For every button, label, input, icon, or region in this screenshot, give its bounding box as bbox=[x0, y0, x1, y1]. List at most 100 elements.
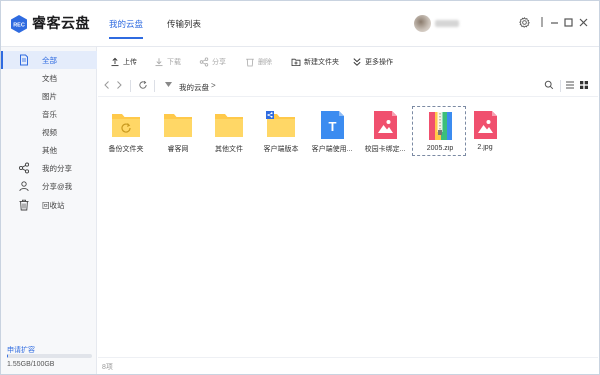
more-actions-label: 更多操作 bbox=[365, 59, 393, 66]
double-chevron-down-icon bbox=[353, 58, 361, 66]
upload-icon bbox=[111, 57, 119, 67]
sidebar-item-all[interactable]: 全部 bbox=[1, 51, 97, 69]
file-name: 睿客网 bbox=[167, 146, 189, 153]
toolbar: 上传 下载 分享 删除 新建文件夹 更多操作 bbox=[98, 53, 598, 71]
divider bbox=[560, 80, 561, 92]
file-name: 客户端使用... bbox=[311, 146, 353, 153]
refresh-button[interactable] bbox=[138, 80, 148, 92]
file-item[interactable]: 2.jpg bbox=[458, 106, 512, 156]
settings-button[interactable] bbox=[517, 15, 531, 29]
tab-transfer-list[interactable]: 传输列表 bbox=[167, 18, 201, 30]
storage-quota-fill bbox=[7, 354, 9, 358]
share-button[interactable]: 分享 bbox=[199, 56, 226, 68]
minimize-button[interactable] bbox=[547, 15, 561, 29]
sidebar-item-label: 其他 bbox=[42, 146, 57, 155]
sidebar-item-videos[interactable]: 视频 bbox=[1, 123, 97, 141]
sidebar-item-shared-with-me[interactable]: 分享@我 bbox=[1, 177, 97, 195]
path-dropdown-button[interactable] bbox=[163, 80, 173, 92]
new-folder-button[interactable]: 新建文件夹 bbox=[291, 56, 339, 68]
app-brand: 睿客云盘 bbox=[32, 15, 90, 31]
trash-icon bbox=[246, 58, 254, 67]
divider bbox=[154, 80, 155, 92]
svg-text:T: T bbox=[329, 119, 337, 134]
sidebar-item-label: 图片 bbox=[42, 92, 57, 101]
folder-icon bbox=[215, 114, 243, 137]
list-view-icon bbox=[566, 81, 574, 89]
breadcrumb-my-cloud[interactable]: 我的云盘 bbox=[179, 82, 209, 93]
divider bbox=[130, 80, 131, 92]
username-blurred bbox=[435, 20, 459, 27]
share-icon bbox=[199, 57, 209, 67]
storage-quota-text: 1.55GB/100GB bbox=[7, 361, 55, 368]
file-item[interactable]: 其他文件 bbox=[202, 106, 256, 156]
search-button[interactable] bbox=[544, 80, 554, 92]
item-count: 8项 bbox=[102, 364, 113, 371]
breadcrumb-separator: > bbox=[211, 81, 216, 90]
maximize-icon bbox=[563, 17, 573, 27]
chevron-left-icon bbox=[104, 81, 109, 89]
download-label: 下载 bbox=[167, 59, 181, 66]
share-label: 分享 bbox=[212, 59, 226, 66]
new-folder-label: 新建文件夹 bbox=[304, 59, 339, 66]
folder-icon bbox=[164, 114, 192, 137]
search-icon bbox=[544, 80, 554, 90]
grid-view-button[interactable] bbox=[579, 80, 589, 92]
app-logo: REC bbox=[11, 15, 27, 33]
file-item[interactable]: 客户端版本 bbox=[254, 106, 308, 156]
sidebar-item-label: 全部 bbox=[42, 56, 57, 65]
download-button[interactable]: 下载 bbox=[154, 56, 181, 68]
sidebar-item-recycle-bin[interactable]: 回收站 bbox=[1, 196, 97, 214]
app-logo-text: REC bbox=[13, 22, 25, 28]
share-icon bbox=[18, 162, 30, 174]
backup-folder-icon bbox=[112, 114, 140, 137]
address-bar: 我的云盘 > bbox=[98, 75, 598, 97]
maximize-button[interactable] bbox=[561, 15, 575, 29]
status-bar: 8项 bbox=[98, 357, 598, 374]
file-name: 客户端版本 bbox=[263, 146, 299, 153]
delete-button[interactable]: 删除 bbox=[245, 56, 272, 68]
sidebar-item-label: 文档 bbox=[42, 74, 57, 83]
avatar[interactable] bbox=[414, 15, 431, 32]
sidebar-item-label: 分享@我 bbox=[42, 182, 73, 191]
file-item[interactable]: 睿客网 bbox=[151, 106, 205, 156]
file-item[interactable]: 校园卡绑定... bbox=[358, 106, 412, 156]
list-view-button[interactable] bbox=[565, 80, 575, 92]
forward-button[interactable] bbox=[114, 80, 124, 92]
triangle-down-icon bbox=[164, 82, 172, 87]
app-window: REC 睿客云盘 我的云盘 传输列表 全部 文档 图片 音乐 视频 其他 我的分… bbox=[0, 0, 600, 375]
sidebar: 全部 文档 图片 音乐 视频 其他 我的分享 分享@我 回收站 bbox=[1, 47, 97, 374]
new-folder-icon bbox=[291, 58, 301, 66]
file-name: 备份文件夹 bbox=[108, 146, 144, 153]
menu-icon bbox=[541, 17, 543, 27]
sidebar-item-other[interactable]: 其他 bbox=[1, 141, 97, 159]
share-at-icon bbox=[19, 181, 29, 192]
title-bar: REC 睿客云盘 我的云盘 传输列表 bbox=[1, 1, 599, 47]
upload-label: 上传 bbox=[123, 59, 137, 66]
trash-icon bbox=[19, 199, 29, 211]
file-item[interactable]: 备份文件夹 bbox=[99, 106, 153, 156]
zip-file-icon bbox=[429, 112, 452, 140]
file-grid: 备份文件夹 睿客网 其他文件 客户端版本 T 客户端使用... 校园卡绑定...… bbox=[98, 101, 598, 351]
text-document-icon: T bbox=[321, 111, 344, 139]
chevron-right-icon bbox=[117, 81, 122, 89]
sidebar-item-images[interactable]: 图片 bbox=[1, 87, 97, 105]
sidebar-item-documents[interactable]: 文档 bbox=[1, 69, 97, 87]
sidebar-item-my-shares[interactable]: 我的分享 bbox=[1, 159, 97, 177]
file-name: 校园卡绑定... bbox=[364, 146, 406, 153]
refresh-icon bbox=[139, 80, 147, 89]
tab-my-cloud[interactable]: 我的云盘 bbox=[109, 18, 144, 39]
close-button[interactable] bbox=[576, 15, 590, 29]
more-actions-button[interactable]: 更多操作 bbox=[352, 56, 393, 68]
delete-label: 删除 bbox=[258, 59, 272, 66]
sidebar-item-music[interactable]: 音乐 bbox=[1, 105, 97, 123]
sidebar-item-label: 音乐 bbox=[42, 110, 57, 119]
download-icon bbox=[155, 58, 163, 67]
upload-button[interactable]: 上传 bbox=[110, 56, 137, 68]
back-button[interactable] bbox=[102, 80, 112, 92]
file-name: 其他文件 bbox=[215, 146, 243, 153]
image-file-icon bbox=[374, 111, 397, 139]
file-item[interactable]: T 客户端使用... bbox=[305, 106, 359, 156]
close-icon bbox=[579, 18, 587, 26]
sidebar-item-label: 视频 bbox=[42, 128, 57, 137]
sidebar-item-label: 回收站 bbox=[42, 201, 65, 210]
